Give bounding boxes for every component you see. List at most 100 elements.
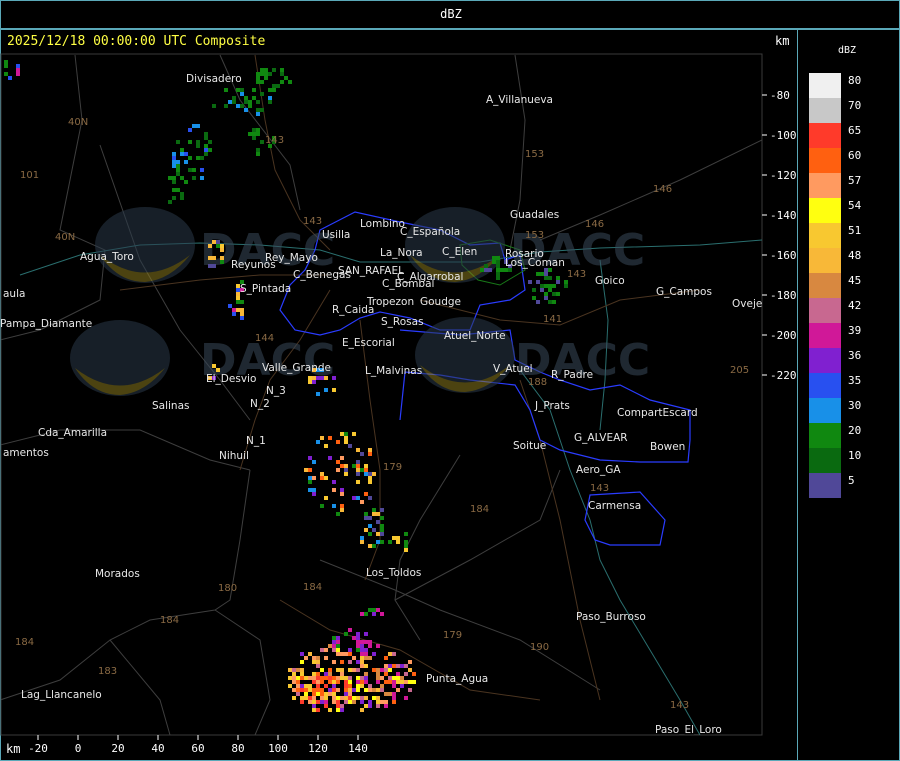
legend-swatch	[809, 323, 841, 348]
echo-cell	[360, 680, 364, 684]
echo-cell	[364, 632, 368, 636]
echo-cell	[220, 260, 224, 264]
echo-cell	[296, 688, 300, 692]
echo-cell	[320, 648, 324, 652]
echo-cell	[380, 684, 384, 688]
place-label: Lag_Llancanelo	[21, 689, 102, 701]
echo-cell	[372, 512, 376, 516]
echo-cell	[292, 696, 296, 700]
echo-cell	[536, 272, 540, 276]
echo-cell	[356, 688, 360, 692]
echo-cell	[404, 664, 408, 668]
echo-cell	[324, 692, 328, 696]
echo-cell	[332, 640, 336, 644]
echo-cell	[304, 656, 308, 660]
echo-cell	[252, 132, 256, 136]
echo-cell	[256, 148, 260, 152]
echo-cell	[232, 100, 236, 104]
echo-cell	[300, 676, 304, 680]
echo-cell	[496, 260, 500, 264]
echo-cell	[340, 652, 344, 656]
echo-cell	[180, 176, 184, 180]
echo-cell	[360, 664, 364, 668]
echo-cell	[300, 660, 304, 664]
echo-cell	[204, 148, 208, 152]
echo-cell	[312, 660, 316, 664]
echo-cell	[324, 388, 328, 392]
echo-cell	[356, 680, 360, 684]
echo-cell	[532, 288, 536, 292]
x-tick-label: 120	[308, 742, 328, 755]
echo-cell	[320, 692, 324, 696]
place-label: J_Prats	[534, 400, 570, 412]
echo-cell	[316, 676, 320, 680]
echo-cell	[196, 156, 200, 160]
echo-cell	[184, 160, 188, 164]
place-label: Goico	[595, 275, 625, 287]
legend-level-label: 20	[848, 424, 862, 437]
echo-cell	[308, 684, 312, 688]
echo-cell	[392, 692, 396, 696]
road-label: 179	[383, 462, 402, 473]
echo-cell	[404, 540, 408, 544]
echo-cell	[224, 104, 228, 108]
place-label: A_Villanueva	[486, 94, 553, 106]
echo-cell	[204, 132, 208, 136]
echo-cell	[380, 508, 384, 512]
echo-cell	[328, 692, 332, 696]
place-label: amentos	[3, 447, 49, 459]
echo-cell	[320, 472, 324, 476]
legend-swatch	[809, 98, 841, 123]
echo-cell	[316, 664, 320, 668]
echo-cell	[532, 296, 536, 300]
echo-cell	[412, 672, 416, 676]
echo-cell	[316, 672, 320, 676]
radar-map[interactable]: DACC DACC DACC DACC Divisadero A_Villanue…	[0, 0, 900, 761]
echo-cell	[368, 516, 372, 520]
echo-cell	[312, 700, 316, 704]
echo-cell	[332, 660, 336, 664]
echo-cell	[336, 640, 340, 644]
road-label: 146	[585, 219, 604, 230]
echo-cell	[344, 700, 348, 704]
echo-cell	[308, 476, 312, 480]
echo-cell	[372, 528, 376, 532]
echo-cell	[272, 68, 276, 72]
echo-cell	[360, 660, 364, 664]
echo-cell	[348, 648, 352, 652]
echo-cell	[368, 472, 372, 476]
echo-cell	[316, 440, 320, 444]
place-label: N_1	[246, 435, 266, 447]
legend-level-label: 70	[848, 99, 862, 112]
echo-cell	[376, 672, 380, 676]
echo-cell	[360, 652, 364, 656]
echo-cell	[368, 684, 372, 688]
echo-cell	[232, 96, 236, 100]
echo-cell	[392, 696, 396, 700]
echo-cell	[556, 292, 560, 296]
echo-cell	[364, 464, 368, 468]
echo-cell	[304, 468, 308, 472]
place-label: N_2	[250, 398, 270, 410]
echo-cell	[312, 460, 316, 464]
place-label: CompartEscard	[617, 407, 698, 419]
x-axis-unit: km	[6, 742, 21, 756]
echo-cell	[376, 520, 380, 524]
echo-cell	[392, 664, 396, 668]
echo-cell	[376, 644, 380, 648]
echo-cell	[356, 648, 360, 652]
echo-cell	[208, 148, 212, 152]
echo-cell	[380, 612, 384, 616]
echo-cell	[500, 268, 504, 272]
echo-cell	[384, 700, 388, 704]
echo-cell	[328, 436, 332, 440]
echo-cell	[484, 264, 488, 268]
echo-cell	[324, 684, 328, 688]
echo-cell	[376, 688, 380, 692]
echo-cell	[308, 376, 312, 380]
echo-cell	[352, 688, 356, 692]
echo-cell	[208, 264, 212, 268]
echo-cell	[372, 652, 376, 656]
echo-cell	[372, 608, 376, 612]
echo-cell	[196, 140, 200, 144]
